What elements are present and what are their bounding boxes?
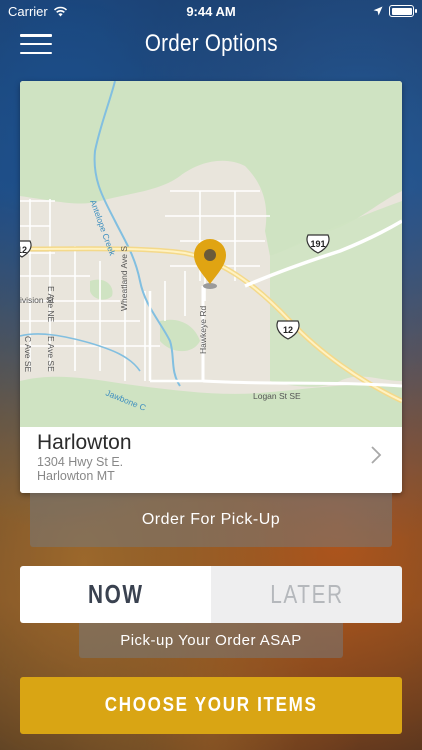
order-type-label: Order For Pick-Up [141, 511, 281, 528]
battery-icon [389, 5, 417, 17]
svg-text:191: 191 [310, 239, 325, 249]
map-label-wheatland: Wheatland Ave S [119, 246, 129, 311]
hamburger-menu-icon[interactable] [20, 34, 52, 54]
location-address-line1: 1304 Hwy St E. [37, 455, 124, 469]
toggle-later-label: LATER [269, 579, 344, 609]
location-row[interactable]: Harlowton 1304 Hwy St E. Harlowton MT [20, 427, 402, 493]
map-label-division-st: ivision St [20, 295, 55, 305]
location-arrow-icon [373, 6, 383, 16]
map-view[interactable]: 191 12 12 Antelope Creek Wheatland Ave S… [20, 81, 402, 427]
toggle-now-label: NOW [87, 579, 144, 609]
choose-items-label: CHOOSE YOUR ITEMS [104, 694, 318, 716]
timing-toggle: NOW LATER [20, 566, 402, 623]
nav-bar: Order Options [0, 22, 422, 66]
toggle-later[interactable]: LATER [211, 566, 402, 623]
toggle-now[interactable]: NOW [20, 566, 211, 623]
map-label-logan-st: Logan St SE [253, 391, 301, 401]
page-title: Order Options [144, 30, 278, 57]
wifi-icon [53, 6, 67, 16]
choose-items-button[interactable]: CHOOSE YOUR ITEMS [20, 677, 402, 734]
svg-text:12: 12 [283, 325, 293, 335]
map-label-e-ave-se: E Ave SE [46, 336, 56, 372]
map-label-hawkeye-rd: Hawkeye Rd [198, 306, 208, 354]
chevron-right-icon [371, 446, 382, 464]
location-address-line2: Harlowton MT [37, 469, 115, 483]
carrier-label: Carrier [8, 3, 48, 19]
status-bar: Carrier 9:44 AM [0, 0, 422, 22]
svg-text:12: 12 [20, 245, 27, 255]
asap-label: Pick-up Your Order ASAP [120, 632, 302, 649]
location-name: Harlowton [37, 431, 132, 454]
map-label-c-ave-se: C Ave SE [23, 336, 33, 373]
asap-note: Pick-up Your Order ASAP [79, 623, 343, 658]
order-type-button[interactable]: Order For Pick-Up [30, 493, 392, 547]
location-card: 191 12 12 Antelope Creek Wheatland Ave S… [20, 81, 402, 493]
